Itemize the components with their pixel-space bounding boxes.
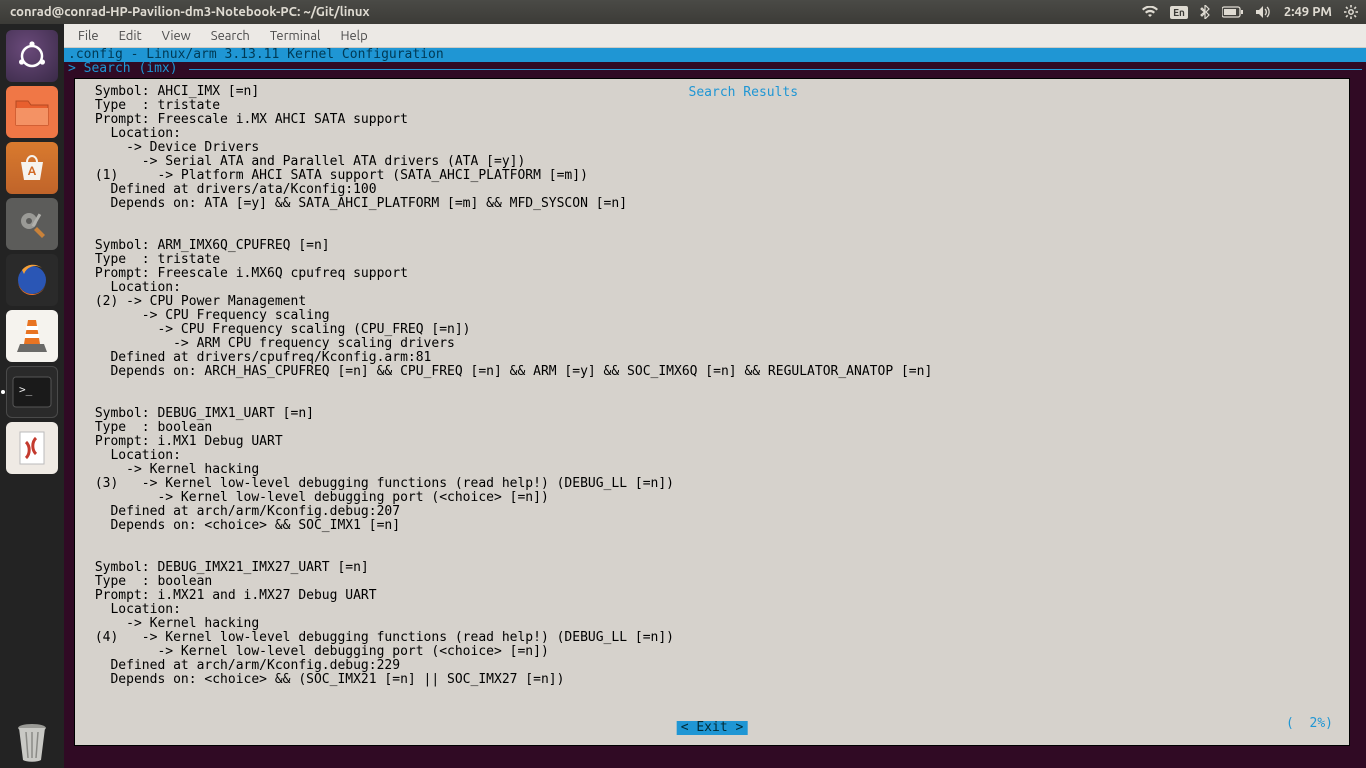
terminal-viewport[interactable]: .config - Linux/arm 3.13.11 Kernel Confi… [64,48,1366,768]
scroll-percent: ( 2%) [1286,717,1333,731]
menu-terminal[interactable]: Terminal [262,27,329,45]
divider-line [189,69,1362,70]
keyboard-lang-indicator[interactable]: En [1170,6,1188,19]
terminal-menubar: File Edit View Search Terminal Help [64,24,1366,48]
firefox-tile[interactable] [6,254,58,306]
system-settings-tile[interactable] [6,198,58,250]
menuconfig-title-bar: .config - Linux/arm 3.13.11 Kernel Confi… [64,48,1366,62]
svg-text:>_: >_ [19,383,33,396]
window-title: conrad@conrad-HP-Pavilion-dm3-Notebook-P… [0,5,1142,19]
bluetooth-icon[interactable] [1200,5,1210,19]
menu-view[interactable]: View [154,27,199,45]
gear-icon[interactable] [1344,5,1358,19]
clock[interactable]: 2:49 PM [1284,5,1332,19]
search-results-box: Search Results Symbol: AHCI_IMX [=n] Typ… [74,78,1350,746]
menu-help[interactable]: Help [332,27,375,45]
menu-search[interactable]: Search [203,27,258,45]
system-indicators: En 2:49 PM [1142,5,1366,19]
wifi-icon[interactable] [1142,6,1158,18]
exit-button[interactable]: < Exit > [677,721,748,735]
menuconfig-title: .config - Linux/arm 3.13.11 Kernel Confi… [68,48,444,62]
battery-icon[interactable] [1222,6,1244,18]
system-top-panel: conrad@conrad-HP-Pavilion-dm3-Notebook-P… [0,0,1366,24]
unity-launcher: A >_ [0,24,64,768]
menu-edit[interactable]: Edit [111,27,150,45]
svg-text:A: A [28,165,37,178]
document-viewer-tile[interactable] [6,422,58,474]
terminal-window: File Edit View Search Terminal Help .con… [64,24,1366,768]
running-pip-icon [1,390,5,394]
menu-file[interactable]: File [70,27,107,45]
software-center-tile[interactable]: A [6,142,58,194]
files-tile[interactable] [6,86,58,138]
dash-home-tile[interactable] [6,30,58,82]
results-body[interactable]: Symbol: AHCI_IMX [=n] Type : tristate Pr… [87,85,1337,715]
volume-icon[interactable] [1256,5,1272,19]
vlc-tile[interactable] [6,310,58,362]
terminal-tile[interactable]: >_ [6,366,58,418]
trash-tile[interactable] [6,716,58,768]
